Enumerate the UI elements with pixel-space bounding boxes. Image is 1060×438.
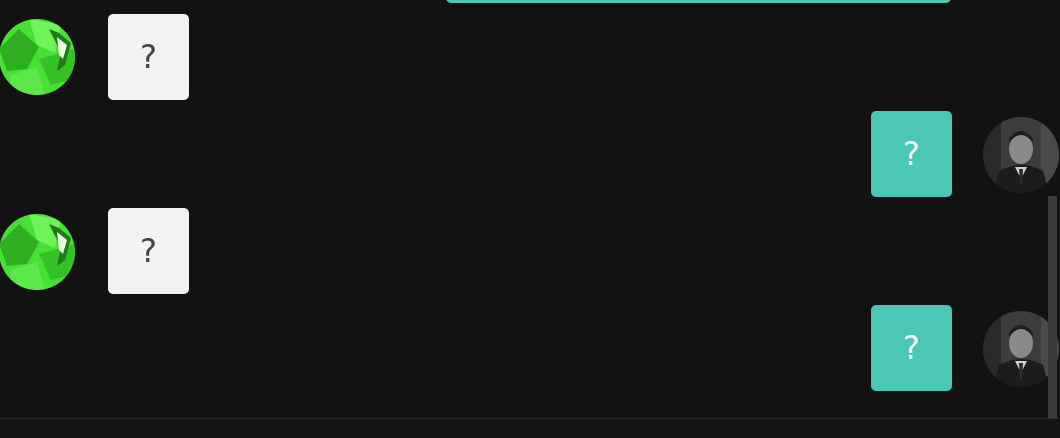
bot-message-bubble[interactable]: ? bbox=[108, 14, 189, 100]
bot-message-bubble[interactable]: ? bbox=[108, 208, 189, 294]
bot-avatar-icon bbox=[0, 19, 75, 95]
scrollbar-thumb[interactable] bbox=[1048, 196, 1057, 418]
message-text: ? bbox=[140, 38, 157, 76]
user-avatar-icon bbox=[983, 117, 1059, 193]
bot-avatar-icon bbox=[0, 214, 75, 290]
user-message-bubble[interactable]: ? bbox=[871, 305, 952, 391]
message-text: ? bbox=[140, 232, 157, 270]
message-text: ? bbox=[903, 329, 920, 367]
previous-message-bubble[interactable] bbox=[446, 0, 951, 3]
chat-window: ? ? ? ? bbox=[0, 0, 1060, 438]
user-message-bubble[interactable]: ? bbox=[871, 111, 952, 197]
input-area[interactable] bbox=[0, 419, 1060, 438]
message-text: ? bbox=[903, 135, 920, 173]
